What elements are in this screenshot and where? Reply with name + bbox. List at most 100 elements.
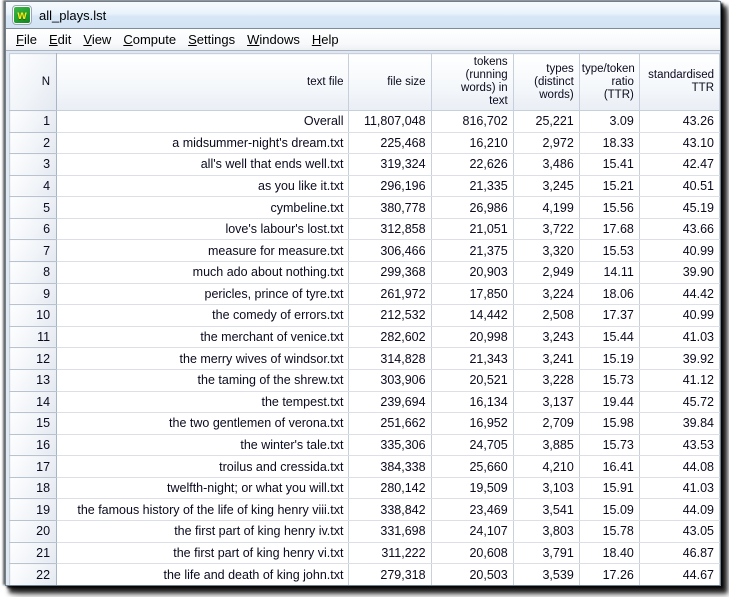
cell-sttr[interactable]: 40.51 (639, 175, 719, 197)
row-number-cell[interactable]: 6 (10, 218, 57, 240)
cell-tokens[interactable]: 26,986 (431, 197, 513, 219)
cell-size[interactable]: 384,338 (349, 456, 431, 478)
row-number-cell[interactable]: 16 (10, 434, 57, 456)
cell-tokens[interactable]: 21,335 (431, 175, 513, 197)
column-header-n[interactable]: N (10, 54, 57, 111)
cell-file[interactable]: the taming of the shrew.txt (57, 369, 349, 391)
row-number-cell[interactable]: 18 (10, 477, 57, 499)
column-header-ttr[interactable]: type/token ratio (TTR) (579, 54, 639, 111)
cell-size[interactable]: 319,324 (349, 154, 431, 176)
cell-tokens[interactable]: 24,107 (431, 520, 513, 542)
row-number-cell[interactable]: 20 (10, 520, 57, 542)
cell-types[interactable]: 3,803 (513, 520, 579, 542)
cell-tokens[interactable]: 16,210 (431, 132, 513, 154)
cell-tokens[interactable]: 17,850 (431, 283, 513, 305)
row-number-cell[interactable]: 15 (10, 413, 57, 435)
cell-sttr[interactable]: 40.99 (639, 305, 719, 327)
cell-sttr[interactable]: 43.10 (639, 132, 719, 154)
cell-ttr[interactable]: 15.73 (579, 369, 639, 391)
menu-item-windows[interactable]: Windows (241, 30, 306, 49)
cell-tokens[interactable]: 816,702 (431, 111, 513, 133)
title-bar[interactable]: w all_plays.lst (6, 2, 720, 29)
cell-types[interactable]: 3,791 (513, 542, 579, 564)
cell-size[interactable]: 239,694 (349, 391, 431, 413)
cell-file[interactable]: pericles, prince of tyre.txt (57, 283, 349, 305)
menu-item-settings[interactable]: Settings (182, 30, 241, 49)
cell-size[interactable]: 225,468 (349, 132, 431, 154)
column-header-sttr[interactable]: standardised TTR (639, 54, 719, 111)
row-number-cell[interactable]: 19 (10, 499, 57, 521)
cell-size[interactable]: 338,842 (349, 499, 431, 521)
row-number-cell[interactable]: 5 (10, 197, 57, 219)
menu-item-view[interactable]: View (77, 30, 117, 49)
cell-sttr[interactable]: 45.19 (639, 197, 719, 219)
cell-file[interactable]: the tempest.txt (57, 391, 349, 413)
row-number-cell[interactable]: 22 (10, 564, 57, 585)
column-header-tokens[interactable]: tokens (running words) in text (431, 54, 513, 111)
row-number-cell[interactable]: 21 (10, 542, 57, 564)
cell-types[interactable]: 2,508 (513, 305, 579, 327)
cell-types[interactable]: 3,320 (513, 240, 579, 262)
cell-tokens[interactable]: 24,705 (431, 434, 513, 456)
cell-sttr[interactable]: 46.87 (639, 542, 719, 564)
cell-tokens[interactable]: 21,375 (431, 240, 513, 262)
cell-types[interactable]: 4,199 (513, 197, 579, 219)
cell-sttr[interactable]: 39.90 (639, 262, 719, 284)
cell-ttr[interactable]: 17.37 (579, 305, 639, 327)
cell-size[interactable]: 311,222 (349, 542, 431, 564)
cell-ttr[interactable]: 18.06 (579, 283, 639, 305)
cell-sttr[interactable]: 43.05 (639, 520, 719, 542)
cell-file[interactable]: the merchant of venice.txt (57, 326, 349, 348)
row-number-cell[interactable]: 7 (10, 240, 57, 262)
cell-types[interactable]: 3,103 (513, 477, 579, 499)
menu-item-help[interactable]: Help (306, 30, 345, 49)
cell-tokens[interactable]: 23,469 (431, 499, 513, 521)
row-number-cell[interactable]: 17 (10, 456, 57, 478)
cell-size[interactable]: 251,662 (349, 413, 431, 435)
cell-file[interactable]: troilus and cressida.txt (57, 456, 349, 478)
cell-sttr[interactable]: 45.72 (639, 391, 719, 413)
cell-ttr[interactable]: 15.98 (579, 413, 639, 435)
cell-types[interactable]: 3,885 (513, 434, 579, 456)
cell-ttr[interactable]: 14.11 (579, 262, 639, 284)
cell-ttr[interactable]: 15.21 (579, 175, 639, 197)
cell-size[interactable]: 282,602 (349, 326, 431, 348)
cell-sttr[interactable]: 41.03 (639, 326, 719, 348)
cell-tokens[interactable]: 20,521 (431, 369, 513, 391)
cell-types[interactable]: 3,241 (513, 348, 579, 370)
menu-item-file[interactable]: File (10, 30, 43, 49)
cell-file[interactable]: the first part of king henry iv.txt (57, 520, 349, 542)
cell-sttr[interactable]: 44.42 (639, 283, 719, 305)
cell-file[interactable]: much ado about nothing.txt (57, 262, 349, 284)
cell-tokens[interactable]: 20,903 (431, 262, 513, 284)
cell-types[interactable]: 3,245 (513, 175, 579, 197)
row-number-cell[interactable]: 8 (10, 262, 57, 284)
cell-types[interactable]: 3,228 (513, 369, 579, 391)
cell-file[interactable]: a midsummer-night's dream.txt (57, 132, 349, 154)
cell-file[interactable]: love's labour's lost.txt (57, 218, 349, 240)
cell-ttr[interactable]: 19.44 (579, 391, 639, 413)
row-number-cell[interactable]: 14 (10, 391, 57, 413)
cell-size[interactable]: 212,532 (349, 305, 431, 327)
cell-size[interactable]: 296,196 (349, 175, 431, 197)
cell-types[interactable]: 3,137 (513, 391, 579, 413)
cell-sttr[interactable]: 44.67 (639, 564, 719, 585)
cell-sttr[interactable]: 41.12 (639, 369, 719, 391)
column-header-size[interactable]: file size (349, 54, 431, 111)
cell-file[interactable]: the comedy of errors.txt (57, 305, 349, 327)
cell-size[interactable]: 280,142 (349, 477, 431, 499)
menu-item-compute[interactable]: Compute (117, 30, 182, 49)
cell-ttr[interactable]: 18.40 (579, 542, 639, 564)
cell-ttr[interactable]: 18.33 (579, 132, 639, 154)
cell-ttr[interactable]: 15.78 (579, 520, 639, 542)
row-number-cell[interactable]: 12 (10, 348, 57, 370)
cell-file[interactable]: Overall (57, 111, 349, 133)
cell-ttr[interactable]: 15.19 (579, 348, 639, 370)
cell-file[interactable]: all's well that ends well.txt (57, 154, 349, 176)
cell-types[interactable]: 3,541 (513, 499, 579, 521)
cell-sttr[interactable]: 43.26 (639, 111, 719, 133)
menu-item-edit[interactable]: Edit (43, 30, 77, 49)
cell-types[interactable]: 4,210 (513, 456, 579, 478)
cell-types[interactable]: 2,972 (513, 132, 579, 154)
cell-ttr[interactable]: 15.09 (579, 499, 639, 521)
